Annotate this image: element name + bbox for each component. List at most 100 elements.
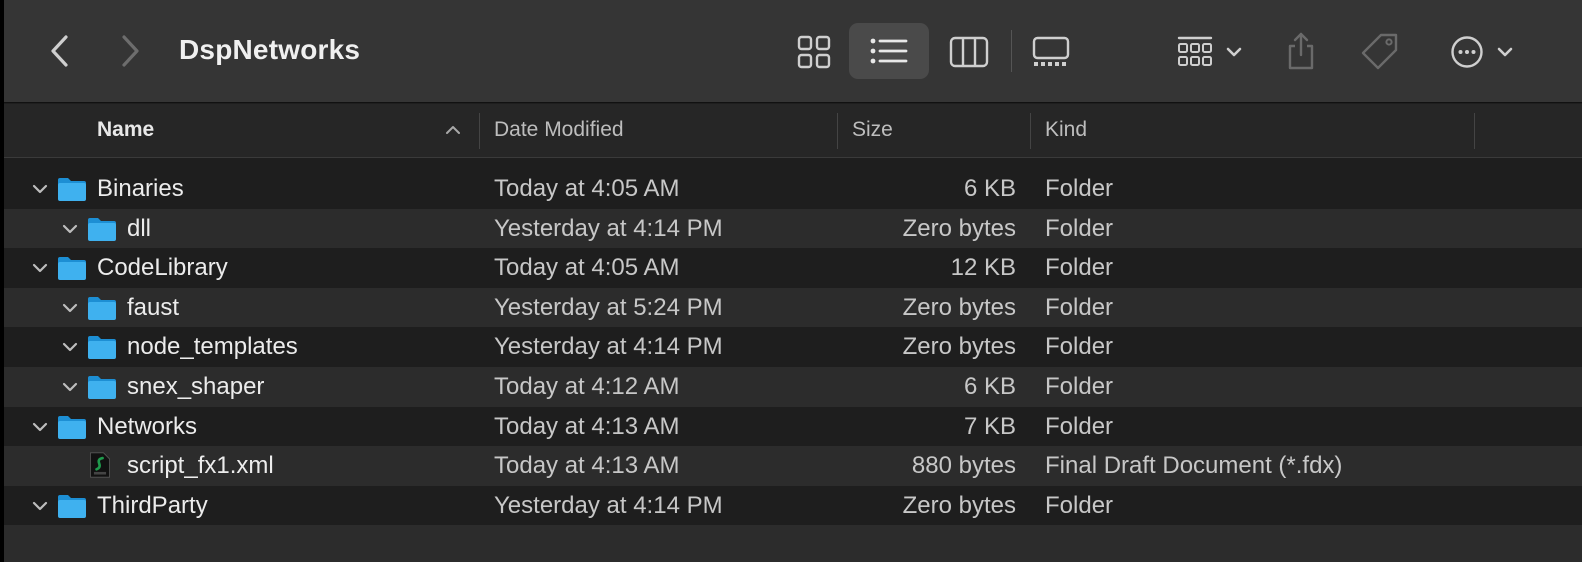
view-as-columns-button[interactable] xyxy=(939,25,999,79)
name-column-header[interactable]: Name xyxy=(97,104,154,158)
finder-window: DspNetworks Name Date Modified Size Kind… xyxy=(4,0,1582,562)
chevron-left-icon xyxy=(51,35,68,67)
date-modified-column-header[interactable]: Date Modified xyxy=(494,104,624,158)
file-size: 6 KB xyxy=(963,175,1016,202)
final-draft-document-icon xyxy=(87,450,117,478)
column-divider[interactable] xyxy=(1030,113,1031,149)
file-kind: Folder xyxy=(1045,333,1114,361)
ellipsis-circle-icon xyxy=(1451,36,1483,68)
folder-icon xyxy=(57,176,87,202)
list-icon xyxy=(870,38,908,64)
file-row[interactable]: script_fx1.xml Today at 4:13 AM 880 bytes F… xyxy=(4,446,1582,486)
file-name: node_templates xyxy=(127,333,298,361)
tag-button[interactable] xyxy=(1352,22,1408,80)
folder-icon xyxy=(87,295,117,321)
file-date-modified: Today at 4:13 AM xyxy=(494,452,680,480)
chevron-down-icon xyxy=(1226,47,1242,57)
view-as-gallery-button[interactable] xyxy=(1021,25,1081,79)
file-kind: Folder xyxy=(1045,491,1114,519)
column-divider[interactable] xyxy=(479,113,480,149)
folder-icon xyxy=(87,216,117,242)
disclosure-chevron-down-icon[interactable] xyxy=(61,338,79,356)
column-divider[interactable] xyxy=(1474,113,1475,149)
file-name: dll xyxy=(127,214,152,242)
disclosure-chevron-down-icon[interactable] xyxy=(31,418,49,436)
file-kind: Folder xyxy=(1045,254,1114,282)
file-name: Networks xyxy=(97,412,198,440)
file-row[interactable]: dll Yesterday at 4:14 PM Zero bytes Folder xyxy=(4,208,1582,249)
kind-column-header[interactable]: Kind xyxy=(1045,104,1087,158)
file-size: 7 KB xyxy=(963,412,1016,440)
folder-icon xyxy=(57,493,87,519)
disclosure-chevron-down-icon[interactable] xyxy=(31,180,49,198)
view-as-icons-button[interactable] xyxy=(784,25,844,79)
file-row[interactable]: snex_shaper Today at 4:12 AM 6 KB Folder xyxy=(4,366,1582,407)
file-row[interactable]: faust Yesterday at 5:24 PM Zero bytes Folde… xyxy=(4,287,1582,328)
file-size: Zero bytes xyxy=(902,214,1016,242)
file-row[interactable]: Binaries Today at 4:05 AM 6 KB Folder xyxy=(4,169,1582,209)
column-divider[interactable] xyxy=(837,113,838,149)
share-icon xyxy=(1288,32,1314,70)
file-date-modified: Yesterday at 4:14 PM xyxy=(494,333,723,361)
folder-icon xyxy=(87,374,117,400)
file-name: script_fx1.xml xyxy=(127,452,274,480)
file-kind: Folder xyxy=(1045,175,1114,202)
disclosure-chevron-down-icon[interactable] xyxy=(31,497,49,515)
disclosure-chevron-down-icon[interactable] xyxy=(61,220,79,238)
file-name: ThirdParty xyxy=(97,491,208,519)
file-size: Zero bytes xyxy=(902,293,1016,321)
forward-button[interactable] xyxy=(112,30,148,72)
back-button[interactable] xyxy=(42,30,78,72)
disclosure-chevron-down-icon[interactable] xyxy=(61,299,79,317)
file-date-modified: Today at 4:05 AM xyxy=(494,175,680,202)
group-by-button[interactable] xyxy=(1164,25,1254,79)
folder-icon xyxy=(57,414,87,440)
gallery-icon xyxy=(1032,36,1070,66)
group-icon xyxy=(1177,36,1213,66)
file-date-modified: Today at 4:05 AM xyxy=(494,254,680,282)
file-row[interactable]: CodeLibrary Today at 4:05 AM 12 KB Folder xyxy=(4,248,1582,288)
grid-icon xyxy=(797,35,831,69)
file-kind: Folder xyxy=(1045,412,1114,440)
file-row[interactable]: ThirdParty Yesterday at 4:14 PM Zero bytes… xyxy=(4,486,1582,526)
chevron-down-icon xyxy=(1497,47,1513,57)
disclosure-chevron-down-icon[interactable] xyxy=(61,378,79,396)
file-row[interactable]: node_templates Yesterday at 4:14 PM Zero b… xyxy=(4,327,1582,367)
file-kind: Folder xyxy=(1045,372,1114,400)
file-date-modified: Yesterday at 5:24 PM xyxy=(494,293,723,321)
file-date-modified: Yesterday at 4:14 PM xyxy=(494,491,723,519)
disclosure-chevron-down-icon[interactable] xyxy=(31,259,49,277)
share-button[interactable] xyxy=(1276,22,1326,80)
folder-icon xyxy=(87,334,117,360)
window-title: DspNetworks xyxy=(179,34,361,65)
empty-row xyxy=(4,525,1582,562)
file-size: 880 bytes xyxy=(911,452,1016,480)
file-name: faust xyxy=(127,293,180,321)
file-date-modified: Today at 4:13 AM xyxy=(494,412,680,440)
toolbar-separator xyxy=(1011,30,1012,72)
file-date-modified: Today at 4:12 AM xyxy=(494,372,680,400)
columns-icon xyxy=(949,36,989,68)
file-name: Binaries xyxy=(97,175,184,202)
folder-icon xyxy=(57,255,87,281)
file-date-modified: Yesterday at 4:14 PM xyxy=(494,214,723,242)
file-name: CodeLibrary xyxy=(97,254,228,282)
file-kind: Folder xyxy=(1045,293,1114,321)
size-column-header[interactable]: Size xyxy=(852,104,893,158)
sort-ascending-icon[interactable] xyxy=(444,121,462,139)
toolbar: DspNetworks xyxy=(4,0,1582,103)
file-size: 12 KB xyxy=(950,254,1016,282)
more-actions-button[interactable] xyxy=(1437,25,1527,79)
file-list: Binaries Today at 4:05 AM 6 KB Folder dll Yes… xyxy=(4,169,1582,562)
file-size: Zero bytes xyxy=(902,333,1016,361)
file-size: 6 KB xyxy=(963,372,1016,400)
chevron-right-icon xyxy=(122,35,139,67)
file-kind: Folder xyxy=(1045,214,1114,242)
view-as-list-button[interactable] xyxy=(849,23,929,79)
tag-icon xyxy=(1361,33,1398,70)
file-name: snex_shaper xyxy=(127,372,265,400)
file-kind: Final Draft Document (*.fdx) xyxy=(1045,452,1343,480)
file-row[interactable]: Networks Today at 4:13 AM 7 KB Folder xyxy=(4,407,1582,447)
column-header: Name Date Modified Size Kind xyxy=(4,104,1582,158)
file-size: Zero bytes xyxy=(902,491,1016,519)
